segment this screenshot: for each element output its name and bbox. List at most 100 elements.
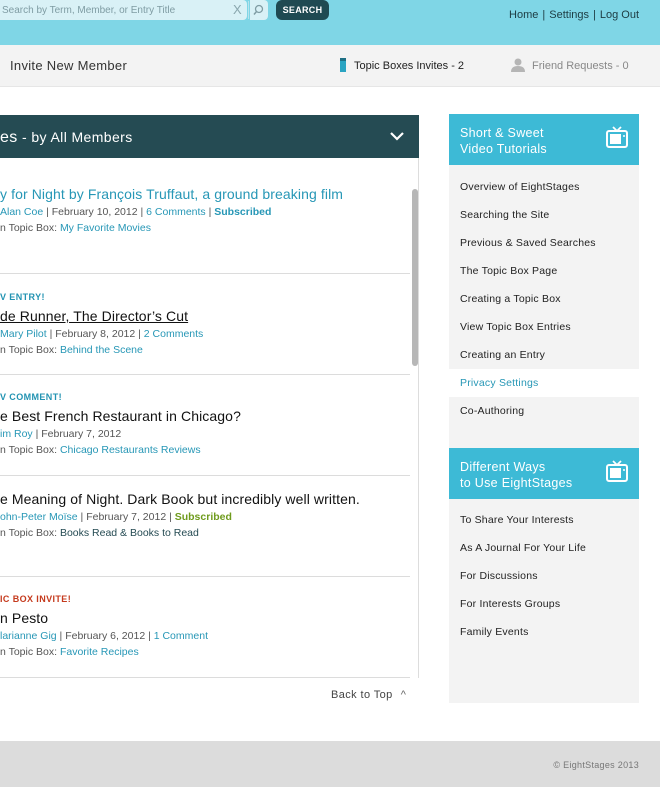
entry-comments[interactable]: 2 Comments bbox=[144, 328, 204, 340]
entry-meta: larianne Gig | February 6, 2012 | 1 Comm… bbox=[0, 630, 208, 642]
tutorials-list: Overview of EightStages Searching the Si… bbox=[449, 173, 639, 425]
entry-meta: Alan Coe | February 10, 2012 | 6 Comment… bbox=[0, 206, 272, 218]
topic-box-icon bbox=[340, 58, 346, 72]
link-separator: | bbox=[593, 9, 596, 21]
sidebar-item-overview[interactable]: Overview of EightStages bbox=[449, 173, 639, 201]
entries-feed: y for Night by François Truffaut, a grou… bbox=[0, 158, 419, 678]
sidebar-item-share-interests[interactable]: To Share Your Interests bbox=[449, 506, 639, 534]
link-separator: | bbox=[542, 9, 546, 21]
tutorials-header: Short & Sweet Video Tutorials bbox=[449, 114, 639, 165]
sidebar-item-creating-entry[interactable]: Creating an Entry bbox=[449, 341, 639, 369]
home-link[interactable]: Home bbox=[509, 9, 538, 21]
entry-date: February 6, 2012 bbox=[65, 630, 146, 642]
tutorials-title: Short & Sweet Video Tutorials bbox=[460, 126, 547, 156]
topic-box-prefix: n Topic Box: bbox=[0, 646, 58, 658]
logout-link[interactable]: Log Out bbox=[600, 9, 639, 21]
sidebar-item-family-events[interactable]: Family Events bbox=[449, 618, 639, 646]
entry-topic-box: n Topic Box: Favorite Recipes bbox=[0, 646, 410, 658]
settings-link[interactable]: Settings bbox=[549, 9, 589, 21]
invite-member-link[interactable]: Invite New Member bbox=[10, 58, 127, 73]
topic-box-link[interactable]: My Favorite Movies bbox=[60, 222, 151, 234]
subscribed-badge: Subscribed bbox=[174, 511, 232, 523]
panel-title-prefix: es bbox=[0, 129, 18, 146]
topic-invites-link[interactable]: Topic Boxes Invites - 2 bbox=[340, 58, 464, 72]
person-icon bbox=[510, 58, 526, 72]
sidebar-item-privacy-settings[interactable]: Privacy Settings bbox=[449, 369, 639, 397]
magnifier-icon[interactable] bbox=[250, 0, 268, 20]
search-input[interactable] bbox=[0, 0, 228, 20]
entry-title[interactable]: n Pesto bbox=[0, 610, 410, 626]
entry-date: February 7, 2012 bbox=[41, 428, 122, 440]
topic-box-link[interactable]: Behind the Scene bbox=[60, 344, 143, 356]
panel-title-suffix: - by All Members bbox=[17, 129, 133, 145]
entry-meta: im Roy | February 7, 2012 bbox=[0, 428, 122, 440]
clear-search-icon[interactable]: X bbox=[233, 3, 245, 17]
entry-author[interactable]: Mary Pilot bbox=[0, 328, 47, 340]
topic-box-link[interactable]: Chicago Restaurants Reviews bbox=[60, 444, 201, 456]
sidebar-item-discussions[interactable]: For Discussions bbox=[449, 562, 639, 590]
entry-title[interactable]: e Best French Restaurant in Chicago? bbox=[0, 408, 410, 424]
entries-panel-header: es - by All Members bbox=[0, 115, 419, 158]
friend-requests-label: Friend Requests - 0 bbox=[532, 60, 629, 72]
search-button[interactable]: SEARCH bbox=[276, 0, 329, 20]
entry-topic-box: n Topic Box: Books Read & Books to Read bbox=[0, 527, 410, 539]
sidebar-item-creating-topic-box[interactable]: Creating a Topic Box bbox=[449, 285, 639, 313]
sidebar-item-co-authoring[interactable]: Co-Authoring bbox=[449, 397, 639, 425]
sidebar-item-view-entries[interactable]: View Topic Box Entries bbox=[449, 313, 639, 341]
sidebar-item-journal[interactable]: As A Journal For Your Life bbox=[449, 534, 639, 562]
feed-entry: y for Night by François Truffaut, a grou… bbox=[0, 158, 410, 274]
panel-title: es - by All Members bbox=[0, 129, 133, 147]
friend-requests-link[interactable]: Friend Requests - 0 bbox=[510, 58, 629, 72]
ways-list: To Share Your Interests As A Journal For… bbox=[449, 506, 639, 646]
entry-author[interactable]: Alan Coe bbox=[0, 206, 43, 218]
entry-tag: V ENTRY! bbox=[0, 292, 45, 302]
topic-box-link[interactable]: Favorite Recipes bbox=[60, 646, 139, 658]
entry-date: February 10, 2012 bbox=[51, 206, 138, 218]
topic-box-prefix: n Topic Box: bbox=[0, 527, 58, 539]
entry-tag: V COMMENT! bbox=[0, 392, 62, 402]
feed-entry: V COMMENT! e Best French Restaurant in C… bbox=[0, 375, 410, 476]
topic-box-prefix: n Topic Box: bbox=[0, 344, 58, 356]
top-bar: X SEARCH Home|Settings|Log Out bbox=[0, 0, 660, 45]
entry-author[interactable]: larianne Gig bbox=[0, 630, 57, 642]
tv-icon bbox=[606, 126, 628, 148]
entry-date: February 7, 2012 bbox=[86, 511, 167, 523]
entry-tag: IC BOX INVITE! bbox=[0, 594, 72, 604]
sidebar-item-saved-searches[interactable]: Previous & Saved Searches bbox=[449, 229, 639, 257]
entry-author[interactable]: ohn-Peter Moïse bbox=[0, 511, 78, 523]
entry-author[interactable]: im Roy bbox=[0, 428, 33, 440]
back-to-top-label: Back to Top bbox=[331, 689, 393, 701]
search-divider bbox=[248, 1, 249, 19]
topic-box-link[interactable]: Books Read & Books to Read bbox=[60, 527, 199, 539]
entry-meta: ohn-Peter Moïse | February 7, 2012 | Sub… bbox=[0, 511, 232, 523]
ways-header: Different Ways to Use EightStages bbox=[449, 448, 639, 499]
feed-entry: e Meaning of Night. Dark Book but incred… bbox=[0, 476, 410, 577]
entry-title[interactable]: de Runner, The Director’s Cut bbox=[0, 308, 410, 324]
entry-comments[interactable]: 6 Comments bbox=[146, 206, 206, 218]
topic-box-prefix: n Topic Box: bbox=[0, 222, 58, 234]
copyright: © EightStages 2013 bbox=[553, 760, 639, 770]
entry-comments[interactable]: 1 Comment bbox=[154, 630, 208, 642]
caret-up-icon: ^ bbox=[400, 689, 407, 701]
top-links: Home | Settings | Log Out bbox=[509, 9, 639, 21]
sidebar-item-searching[interactable]: Searching the Site bbox=[449, 201, 639, 229]
feed-entry: V ENTRY! de Runner, The Director’s Cut M… bbox=[0, 274, 410, 375]
search-box: X bbox=[0, 0, 247, 20]
feed-entry: IC BOX INVITE! n Pesto larianne Gig | Fe… bbox=[0, 577, 410, 678]
tv-icon bbox=[606, 460, 628, 482]
entry-title[interactable]: e Meaning of Night. Dark Book but incred… bbox=[0, 491, 410, 507]
sidebar-item-topic-box-page[interactable]: The Topic Box Page bbox=[449, 257, 639, 285]
feed-scrollbar-thumb[interactable] bbox=[412, 189, 418, 366]
entry-date: February 8, 2012 bbox=[55, 328, 136, 340]
sub-bar: Invite New Member Topic Boxes Invites - … bbox=[0, 45, 660, 87]
footer: © EightStages 2013 bbox=[0, 741, 660, 787]
ways-title: Different Ways to Use EightStages bbox=[460, 460, 573, 490]
topic-invites-label: Topic Boxes Invites - 2 bbox=[354, 60, 465, 72]
entry-title[interactable]: y for Night by François Truffaut, a grou… bbox=[0, 186, 410, 202]
subscribed-badge: Subscribed bbox=[214, 206, 272, 218]
back-to-top-link[interactable]: Back to Top ^ bbox=[331, 689, 406, 701]
chevron-down-icon[interactable] bbox=[389, 128, 405, 144]
entry-topic-box: n Topic Box: My Favorite Movies bbox=[0, 222, 410, 234]
topic-box-prefix: n Topic Box: bbox=[0, 444, 58, 456]
sidebar-item-interest-groups[interactable]: For Interests Groups bbox=[449, 590, 639, 618]
